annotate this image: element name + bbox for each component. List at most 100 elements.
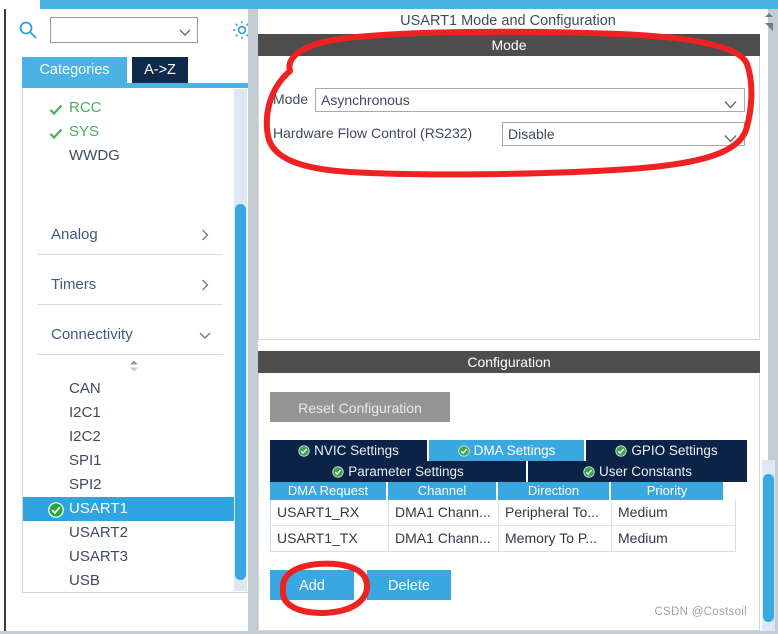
mode-field-row: Mode Asynchronous [273,88,745,112]
check-icon [49,125,63,140]
tree-item-usb[interactable]: USB [23,569,235,592]
delete-button[interactable]: Delete [367,570,451,600]
mode-select[interactable]: Asynchronous [315,88,745,112]
tab-parameter-settings[interactable]: Parameter Settings [270,461,527,482]
cell-priority: Medium [618,530,668,546]
chevron-down-icon [724,96,737,109]
peripheral-tree: RCC SYS WWDG Analog Timers Connectivity … [22,88,249,593]
top-strip-left-gap [0,0,40,9]
hw-flow-control-select[interactable]: Disable [502,122,745,146]
page-title: USART1 Mode and Configuration [400,13,616,29]
chevron-right-icon [199,228,211,241]
stm32cubemx-window: Categories A->Z RCC SYS WWDG Analog Time… [0,0,778,634]
mode-field-label: Mode [273,91,309,107]
ok-check-icon [457,442,470,457]
tree-item-label: RCC [69,99,102,116]
tab-a-to-z[interactable]: A->Z [132,57,188,83]
tab-label: GPIO Settings [631,443,718,458]
tree-item-i2c1[interactable]: I2C1 [23,401,235,425]
sidebar-scrollbar-thumb[interactable] [235,204,246,580]
column-header-dma-request[interactable]: DMA Request [270,482,388,500]
ok-check-icon [615,442,627,457]
tree-item-label: I2C1 [69,404,101,421]
sidebar-group-connectivity[interactable]: Connectivity [37,316,223,355]
search-combobox[interactable] [50,17,198,43]
tree-item-usart1[interactable]: USART1 [23,497,235,521]
window-left-border [0,9,6,634]
tree-item-label: USB [69,572,100,589]
column-header-direction[interactable]: Direction [498,482,611,500]
hw-flow-control-value: Disable [508,126,555,142]
tree-item-usart2[interactable]: USART2 [23,521,235,545]
configured-check-icon [48,502,64,518]
column-header-priority[interactable]: Priority [611,482,723,500]
tree-item-label: SYS [69,123,100,140]
chevron-down-icon[interactable] [179,25,191,37]
check-icon [49,101,63,116]
tree-item-label: SPI2 [69,476,102,493]
group-label: Timers [51,276,97,293]
tree-item-spi1[interactable]: SPI1 [23,449,235,473]
tree-item-usart3[interactable]: USART3 [23,545,235,569]
cell-dma-request: USART1_RX [271,500,389,525]
mode-section-body: Mode Asynchronous Hardware Flow Control … [258,56,760,340]
column-header-channel[interactable]: Channel [388,482,498,500]
add-button[interactable]: Add [270,570,354,600]
ok-check-icon [298,442,310,457]
group-label: Analog [51,226,98,243]
tab-nvic-settings[interactable]: NVIC Settings [270,440,428,461]
spinner-updown-icon [127,359,141,373]
tab-gpio-settings[interactable]: GPIO Settings [586,440,747,461]
cell-priority: Medium [618,504,668,520]
configuration-section-body: Reset Configuration NVIC Settings DMA Se… [258,373,760,631]
hw-flow-field-row: Hardware Flow Control (RS232) Disable [273,122,745,146]
peripheral-sidebar: Categories A->Z RCC SYS WWDG Analog Time… [8,9,251,634]
cell-direction: Memory To P... [499,526,612,551]
dma-request-table: DMA Request Channel Direction Priority U… [270,482,736,552]
scroll-up-arrow-icon[interactable] [764,12,774,32]
tree-item-can[interactable]: CAN [23,377,235,401]
reset-configuration-button[interactable]: Reset Configuration [270,392,450,422]
tree-item-rcc[interactable]: RCC [23,96,235,120]
tree-item-sys[interactable]: SYS [23,120,235,144]
tree-item-label: USART2 [69,524,128,541]
dma-table-body: USART1_RX DMA1 Chann... Peripheral To...… [270,500,736,552]
search-row [14,14,251,46]
top-accent-strip [40,0,778,9]
tree-content: RCC SYS WWDG Analog Timers Connectivity … [23,88,235,592]
hw-flow-field-label: Hardware Flow Control (RS232) [273,125,473,141]
tab-label: User Constants [598,464,693,479]
pane-divider [248,9,258,634]
tree-item-wwdg[interactable]: WWDG [23,144,235,168]
cell-channel: DMA1 Chann... [389,526,499,551]
tab-label: NVIC Settings [314,443,399,458]
search-input[interactable] [51,22,177,38]
tab-user-constants[interactable]: User Constants [528,461,747,482]
configuration-pane: USART1 Mode and Configuration Mode Mode … [258,9,768,634]
tab-categories[interactable]: Categories [22,57,127,83]
watermark: CSDN @Costsoil [654,606,747,618]
group-label: Connectivity [51,326,133,343]
tree-item-spi2[interactable]: SPI2 [23,473,235,497]
chevron-down-icon [199,328,211,340]
configuration-section-header: Configuration [258,351,760,373]
cell-channel: DMA1 Chann... [389,500,499,525]
tree-item-i2c2[interactable]: I2C2 [23,425,235,449]
tab-label: DMA Settings [473,443,556,458]
cell-dma-request: USART1_TX [271,526,389,551]
tree-item-label: USART3 [69,548,128,565]
chevron-down-icon [724,130,737,143]
sidebar-group-analog[interactable]: Analog [37,216,223,255]
search-icon [18,20,38,40]
mode-select-value: Asynchronous [321,92,410,108]
tab-dma-settings[interactable]: DMA Settings [429,440,585,461]
tree-scroll-spinner[interactable] [23,355,235,377]
sidebar-group-timers[interactable]: Timers [37,266,223,305]
mode-section-header: Mode [258,34,760,56]
tree-item-label: CAN [69,380,101,397]
table-row[interactable]: USART1_RX DMA1 Chann... Peripheral To...… [271,500,735,526]
main-scrollbar-thumb[interactable] [763,474,774,622]
tree-item-label: SPI1 [69,452,102,469]
chevron-right-icon [199,278,211,291]
table-row[interactable]: USART1_TX DMA1 Chann... Memory To P... M… [271,526,735,551]
